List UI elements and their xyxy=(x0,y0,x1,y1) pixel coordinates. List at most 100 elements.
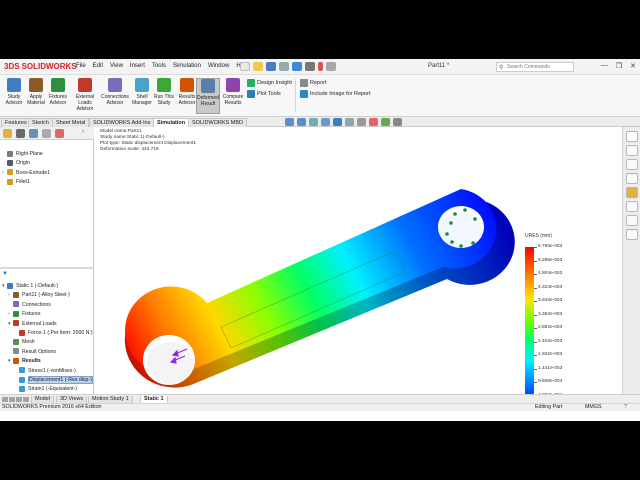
display-style-icon[interactable] xyxy=(345,118,354,126)
new-doc-icon[interactable] xyxy=(240,62,250,71)
hide-show-icon[interactable] xyxy=(357,118,366,126)
include-image-button[interactable]: Include Image for Report xyxy=(300,90,371,98)
tree-item[interactable]: Right Plane xyxy=(0,150,94,159)
fixtures-advisor-button[interactable]: Fixtures Advisor xyxy=(46,78,70,106)
edition-label: SOLIDWORKS Premium 2016 x64 Edition xyxy=(2,404,102,410)
report-button[interactable]: Report xyxy=(300,79,327,87)
tree-item[interactable]: Origin xyxy=(0,159,94,168)
include-image-icon xyxy=(300,90,308,98)
options-icon[interactable] xyxy=(326,62,336,71)
tab-scroll-arrows[interactable] xyxy=(2,397,29,402)
appearances-icon[interactable] xyxy=(626,187,638,198)
tree-item[interactable]: ▾ Results xyxy=(0,357,94,366)
tree-item[interactable]: ▾ External Loads xyxy=(0,320,94,329)
run-this-study-button[interactable]: Run This Study xyxy=(152,78,176,106)
resources-icon[interactable] xyxy=(626,145,638,156)
plot-tools-button[interactable]: Plot Tools xyxy=(247,90,281,98)
undo-icon[interactable] xyxy=(292,62,302,71)
external-loads-advisor-button[interactable]: External Loads Advisor xyxy=(71,78,99,112)
display-manager-icon[interactable] xyxy=(55,129,64,138)
restore-icon[interactable]: ❐ xyxy=(616,62,622,70)
legend-tick xyxy=(534,314,537,316)
tab-solidworks-add-ins[interactable]: SOLIDWORKS Add-Ins xyxy=(89,118,155,127)
minimize-icon[interactable]: — xyxy=(601,62,608,70)
shell-manager-icon xyxy=(135,78,149,92)
deformed-result-button[interactable]: Deformed Result xyxy=(196,78,220,114)
menu-view[interactable]: View xyxy=(110,63,123,69)
apply-scene-icon[interactable] xyxy=(381,118,390,126)
apply-material-button[interactable]: Apply Material xyxy=(24,78,48,106)
tab-sketch[interactable]: Sketch xyxy=(28,118,53,127)
heads-up-view-toolbar xyxy=(285,118,402,126)
result-legend[interactable]: URES (mm) 5.765e-003 5.285e-003 4.804e-003… xyxy=(525,233,562,394)
tab-solidworks-mbd[interactable]: SOLIDWORKS MBD xyxy=(188,118,248,127)
menu-simulation[interactable]: Simulation xyxy=(173,63,201,69)
open-icon[interactable] xyxy=(253,62,263,71)
menu-tools[interactable]: Tools xyxy=(152,63,166,69)
previous-view-icon[interactable] xyxy=(309,118,318,126)
expand-arrow-icon[interactable]: › xyxy=(82,129,91,138)
view-orientation-icon[interactable] xyxy=(333,118,342,126)
tab-features[interactable]: Features xyxy=(1,118,31,127)
file-explorer-icon[interactable] xyxy=(626,173,638,184)
view-palette-icon[interactable] xyxy=(626,201,638,212)
tree-item[interactable]: Fillet1 xyxy=(0,178,94,187)
close-icon[interactable]: ✕ xyxy=(630,62,636,70)
forum-icon[interactable] xyxy=(626,229,638,240)
help-icon[interactable]: ? xyxy=(624,404,627,411)
design-insight-button[interactable]: Design Insight xyxy=(247,79,292,87)
shell-manager-button[interactable]: Shell Manager xyxy=(130,78,154,106)
select-icon[interactable] xyxy=(305,62,315,71)
traffic-light-icon[interactable] xyxy=(318,62,323,71)
legend-value: 9.608e-004 xyxy=(538,379,563,384)
legend-value: 5.765e-003 xyxy=(538,244,563,249)
connections-advisor-button[interactable]: Connections Advisor xyxy=(101,78,129,106)
zoom-to-fit-icon[interactable] xyxy=(285,118,294,126)
tree-item[interactable]: › Part11 (-Alloy Steel-) xyxy=(0,291,94,300)
tree-item[interactable]: Force-1 (:Per item: 2000 N:) xyxy=(0,329,94,338)
tree-item[interactable]: Displacement1 (-Res disp-) xyxy=(0,375,94,385)
design-library-icon[interactable] xyxy=(626,159,638,170)
unit-system[interactable]: MMGS xyxy=(585,404,601,411)
print-icon[interactable] xyxy=(279,62,289,71)
section-view-icon[interactable] xyxy=(321,118,330,126)
configuration-manager-icon[interactable] xyxy=(29,129,38,138)
quick-access-toolbar xyxy=(240,62,336,71)
solidworks-logo[interactable]: 3DS SOLIDWORKS xyxy=(4,62,77,71)
pane-splitter[interactable] xyxy=(0,267,94,269)
tree-item[interactable]: Connections xyxy=(0,301,94,310)
tree-item-label: Results xyxy=(22,358,41,365)
filter-icon[interactable]: ▼ xyxy=(2,271,8,277)
compare-results-button[interactable]: Compare Results xyxy=(221,78,245,106)
legend-value: 1.922e-003 xyxy=(538,352,563,357)
tree-item[interactable]: Stress1 (-vonMises-) xyxy=(0,367,94,376)
menu-edit[interactable]: Edit xyxy=(93,63,103,69)
tab-sheet-metal[interactable]: Sheet Metal xyxy=(52,118,90,127)
menu-file[interactable]: File xyxy=(76,63,86,69)
tree-item-label: Static 1 (-Default-) xyxy=(16,283,59,289)
tree-item[interactable]: Result Options xyxy=(0,348,94,357)
tree-item[interactable]: › Fixtures xyxy=(0,310,94,319)
home-icon[interactable] xyxy=(626,131,638,142)
dimxpert-icon[interactable] xyxy=(42,129,51,138)
search-commands-input[interactable]: ⚲ Search Commands xyxy=(496,62,574,72)
zoom-area-icon[interactable] xyxy=(297,118,306,126)
property-manager-icon[interactable] xyxy=(16,129,25,138)
tree-item[interactable]: ▾ Static 1 (-Default-) xyxy=(0,282,94,291)
legend-tick xyxy=(534,274,537,275)
study-advisor-button[interactable]: Study Advisor xyxy=(2,78,26,106)
edit-appearance-icon[interactable] xyxy=(369,118,378,126)
menu-window[interactable]: Window xyxy=(208,63,229,69)
menu-insert[interactable]: Insert xyxy=(130,63,145,69)
graphics-area[interactable]: Model name:Part11 Study name:Static 1(-De… xyxy=(95,127,622,394)
bottom-tabs: Model 3D Views Motion Study 1 Static 1 xyxy=(0,394,640,404)
legend-value: 3.843e-003 xyxy=(538,298,563,303)
tree-item[interactable]: Mesh xyxy=(0,338,94,347)
legend-value: 1.441e-003 xyxy=(538,365,563,371)
tab-simulation[interactable]: Simulation xyxy=(153,118,190,127)
custom-properties-icon[interactable] xyxy=(626,215,638,226)
view-settings-icon[interactable] xyxy=(393,118,402,126)
feature-manager-icon[interactable] xyxy=(3,129,12,138)
save-icon[interactable] xyxy=(266,62,276,71)
tree-item[interactable]: › Boss-Extrude1 xyxy=(0,169,94,178)
